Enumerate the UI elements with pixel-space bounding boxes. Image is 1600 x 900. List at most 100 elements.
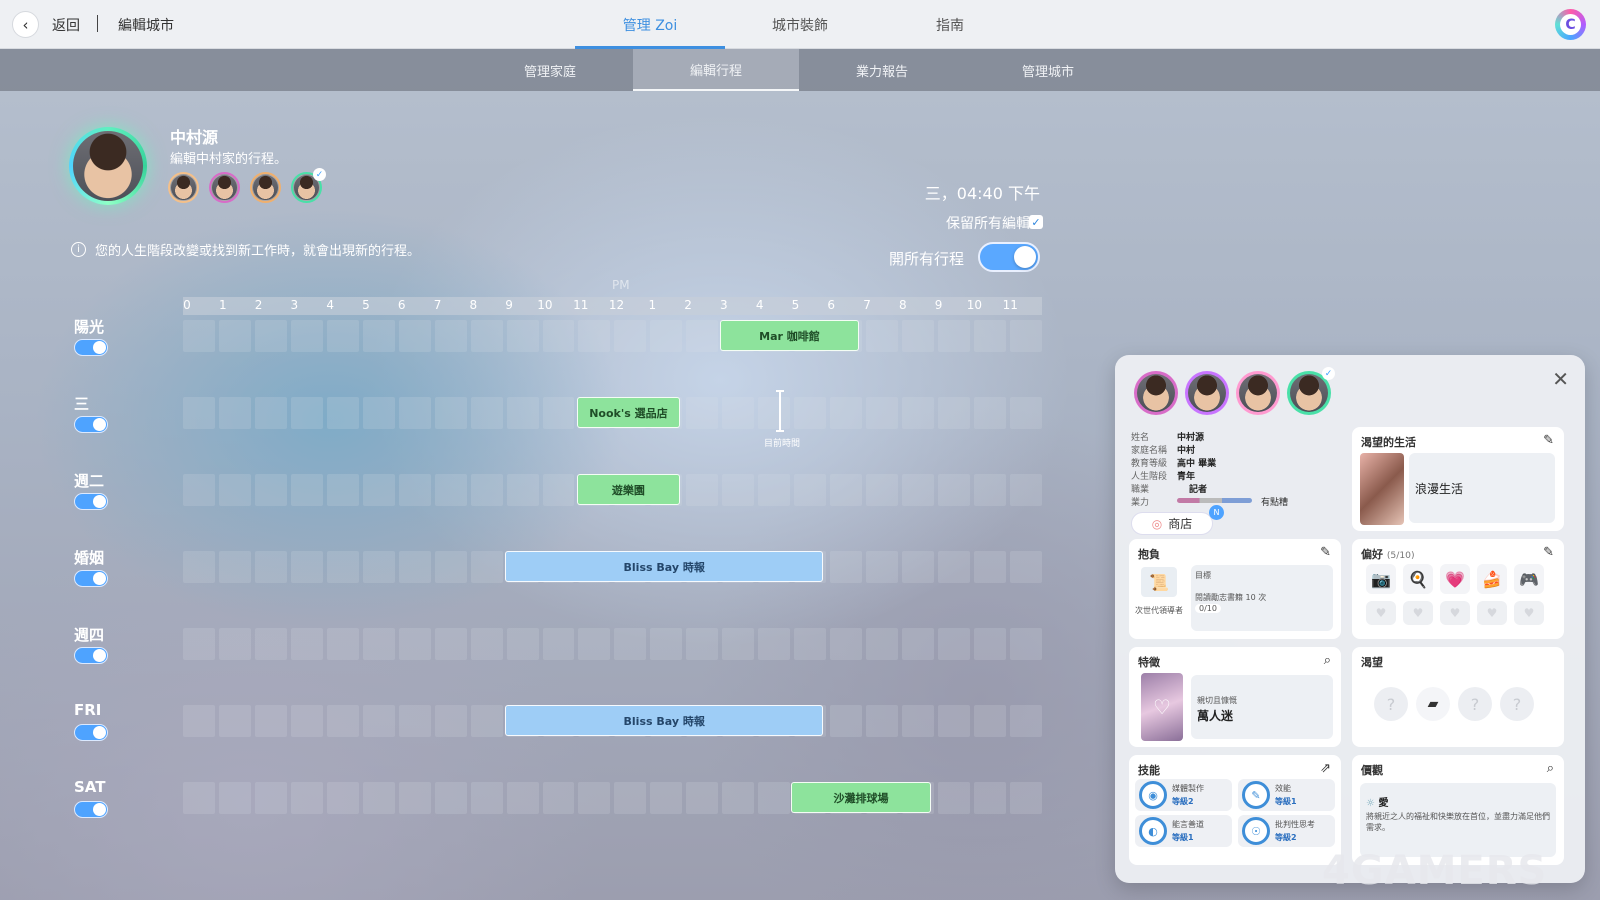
- hour-slot[interactable]: [686, 397, 719, 429]
- family-member-avatar-selected[interactable]: ✓: [291, 168, 326, 203]
- hour-slot[interactable]: [578, 782, 611, 814]
- user-avatar[interactable]: C: [1555, 9, 1586, 40]
- family-member-avatar[interactable]: [209, 172, 240, 203]
- hour-slot[interactable]: [470, 628, 503, 660]
- hour-slot[interactable]: [362, 397, 395, 429]
- edit-icon[interactable]: ✎: [1543, 545, 1554, 560]
- hour-slot[interactable]: [326, 320, 359, 352]
- hour-slot[interactable]: [542, 782, 575, 814]
- hour-slot[interactable]: [183, 705, 215, 737]
- search-icon[interactable]: ⌕: [1324, 653, 1331, 668]
- hour-slot[interactable]: [542, 474, 575, 506]
- tab-city-decor[interactable]: 城市裝飾: [725, 15, 875, 35]
- hour-slot[interactable]: [830, 551, 863, 583]
- back-label[interactable]: 返回: [52, 15, 80, 35]
- open-all-toggle[interactable]: [978, 242, 1040, 272]
- subtab-manage-city[interactable]: 管理城市: [965, 49, 1131, 91]
- hour-slot[interactable]: [434, 474, 467, 506]
- hour-slot[interactable]: [506, 474, 539, 506]
- hour-slot[interactable]: [973, 397, 1006, 429]
- hour-slot[interactable]: [902, 397, 935, 429]
- hour-slot[interactable]: [434, 397, 467, 429]
- family-member-avatar[interactable]: [168, 172, 199, 203]
- hour-slot[interactable]: [362, 628, 395, 660]
- hour-slot[interactable]: [542, 320, 575, 352]
- hour-slot[interactable]: [398, 397, 431, 429]
- hour-slot[interactable]: [722, 397, 755, 429]
- hour-slot[interactable]: [254, 320, 287, 352]
- hour-slot[interactable]: [866, 474, 899, 506]
- day-toggle[interactable]: [74, 493, 108, 510]
- hour-slot[interactable]: [866, 551, 899, 583]
- hour-slot[interactable]: [218, 705, 251, 737]
- hour-slot[interactable]: [290, 705, 323, 737]
- hour-slot[interactable]: [290, 551, 323, 583]
- hour-slot[interactable]: [938, 705, 970, 737]
- hour-slot[interactable]: [973, 705, 1006, 737]
- hour-slot[interactable]: [362, 782, 395, 814]
- hour-slot[interactable]: [758, 397, 791, 429]
- day-toggle[interactable]: [74, 724, 108, 741]
- hour-slot[interactable]: [290, 397, 323, 429]
- hour-slot[interactable]: [183, 628, 215, 660]
- profile-avatar[interactable]: [69, 127, 147, 205]
- hour-slot[interactable]: [506, 628, 539, 660]
- hour-slot[interactable]: [434, 551, 467, 583]
- hour-slot[interactable]: [973, 551, 1006, 583]
- hour-slot[interactable]: [1009, 397, 1042, 429]
- hour-slot[interactable]: [973, 320, 1006, 352]
- hour-slot[interactable]: [218, 628, 251, 660]
- hour-slot[interactable]: [758, 628, 791, 660]
- hour-slot[interactable]: [938, 320, 970, 352]
- hour-slot[interactable]: [326, 782, 359, 814]
- hour-slot[interactable]: [398, 474, 431, 506]
- skill-critical-thinking[interactable]: ☉ 批判性思考 等級2: [1238, 815, 1335, 847]
- hour-slot[interactable]: [902, 705, 935, 737]
- subtab-manage-family[interactable]: 管理家庭: [467, 49, 633, 91]
- hour-slot[interactable]: [218, 320, 251, 352]
- hour-slot[interactable]: [326, 551, 359, 583]
- panel-member-avatar-selected[interactable]: ✓: [1287, 367, 1335, 415]
- hour-slot[interactable]: [614, 320, 647, 352]
- tab-guide[interactable]: 指南: [875, 15, 1025, 35]
- schedule-event[interactable]: Nook's 選品店: [576, 397, 681, 428]
- hour-slot[interactable]: [938, 551, 970, 583]
- hour-slot[interactable]: [542, 397, 575, 429]
- hour-slot[interactable]: [650, 782, 683, 814]
- schedule-row[interactable]: [183, 320, 1042, 352]
- hour-slot[interactable]: [254, 705, 287, 737]
- skill-media[interactable]: ◉ 媒體製作 等級2: [1135, 779, 1232, 811]
- schedule-row[interactable]: [183, 628, 1042, 660]
- hour-slot[interactable]: [506, 320, 539, 352]
- panel-member-avatar[interactable]: [1185, 371, 1229, 415]
- hour-slot[interactable]: [183, 397, 215, 429]
- hour-slot[interactable]: [326, 474, 359, 506]
- panel-member-avatar[interactable]: [1236, 371, 1280, 415]
- subtab-karma-report[interactable]: 業力報告: [799, 49, 965, 91]
- hour-slot[interactable]: [1009, 474, 1042, 506]
- hour-slot[interactable]: [254, 628, 287, 660]
- external-link-icon[interactable]: ⇗: [1320, 761, 1331, 776]
- hour-slot[interactable]: [1009, 705, 1042, 737]
- hour-slot[interactable]: [938, 782, 970, 814]
- hour-slot[interactable]: [686, 628, 719, 660]
- hour-slot[interactable]: [830, 705, 863, 737]
- hour-slot[interactable]: [183, 551, 215, 583]
- hour-slot[interactable]: [470, 474, 503, 506]
- hour-slot[interactable]: [902, 320, 935, 352]
- hour-slot[interactable]: [254, 782, 287, 814]
- hour-slot[interactable]: [938, 397, 970, 429]
- hour-slot[interactable]: [470, 551, 503, 583]
- edit-icon[interactable]: ✎: [1543, 433, 1554, 448]
- hour-slot[interactable]: [362, 320, 395, 352]
- hour-slot[interactable]: [794, 397, 827, 429]
- hour-slot[interactable]: [722, 782, 755, 814]
- hour-slot[interactable]: [1009, 320, 1042, 352]
- hour-slot[interactable]: [794, 474, 827, 506]
- hour-slot[interactable]: [722, 474, 755, 506]
- hour-slot[interactable]: [722, 628, 755, 660]
- hour-slot[interactable]: [254, 397, 287, 429]
- tab-manage-zoi[interactable]: 管理 Zoi: [575, 15, 725, 35]
- hour-slot[interactable]: [434, 628, 467, 660]
- hour-slot[interactable]: [362, 474, 395, 506]
